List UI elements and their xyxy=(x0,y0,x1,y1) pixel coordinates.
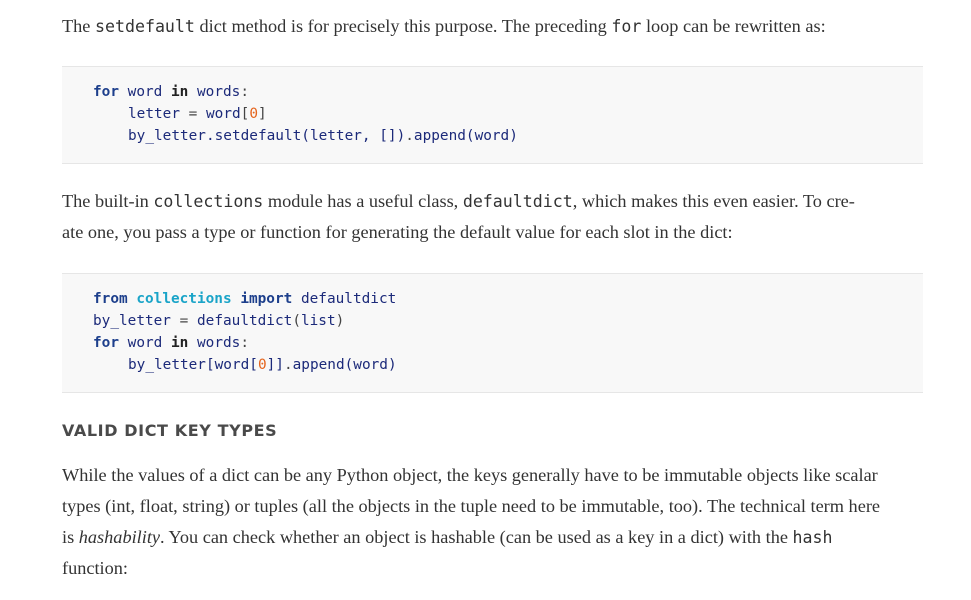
code-line: by_letter = defaultdict(list) xyxy=(93,310,923,332)
inline-code-for: for xyxy=(611,17,642,36)
number-literal: 0 xyxy=(249,106,258,122)
number-literal: 0 xyxy=(257,357,267,373)
emphasis-hashability: hashability xyxy=(78,527,161,547)
variable: word xyxy=(127,335,163,351)
variable: words xyxy=(197,335,241,351)
variable: words xyxy=(197,84,241,100)
code-line: from collections import defaultdict xyxy=(93,288,923,310)
paragraph-setdefault: The setdefault dict method is for precis… xyxy=(62,11,923,42)
text: ate one, you pass a type or function for… xyxy=(62,222,733,242)
code-expr: by_letter[word[ xyxy=(128,357,258,373)
punctuation: : xyxy=(240,335,249,351)
punctuation: . xyxy=(283,357,293,373)
variable: word xyxy=(127,84,163,100)
text: types (int, float, string) or tuples (al… xyxy=(62,496,881,516)
paragraph-hashability: While the values of a dict can be any Py… xyxy=(62,460,923,584)
inline-code-collections: collections xyxy=(153,192,264,211)
code-block-defaultdict: from collections import defaultdict by_le… xyxy=(62,273,923,393)
variable: by_letter xyxy=(93,313,171,329)
keyword-in: in xyxy=(171,335,189,351)
punctuation: ( xyxy=(292,313,301,329)
keyword-from: from xyxy=(93,291,128,307)
text: dict method is for precisely this purpos… xyxy=(194,16,612,36)
inline-code-defaultdict: defaultdict xyxy=(462,192,573,211)
text: The xyxy=(62,16,95,36)
module-name: collections xyxy=(136,291,232,307)
text: . You can check whether an object is has… xyxy=(160,527,793,547)
code-args: (word) xyxy=(465,128,518,144)
code-line: by_letter.setdefault(letter, []).append(… xyxy=(93,125,923,147)
section-heading: VALID DICT KEY TYPES xyxy=(62,421,278,440)
builtin-name: list xyxy=(300,313,336,329)
function-name: defaultdict xyxy=(197,313,293,329)
text: , which makes this even easier. To cre- xyxy=(572,191,855,211)
code-expr: ]] xyxy=(266,357,284,373)
punctuation: : xyxy=(240,84,249,100)
text: is xyxy=(62,527,79,547)
text: loop can be rewritten as: xyxy=(641,16,826,36)
code-line: for word in words: xyxy=(93,332,923,354)
code-block-setdefault: for word in words: letter = word[0] by_let… xyxy=(62,66,923,164)
method-name: append xyxy=(292,357,345,373)
code-line: by_letter[word[0]].append(word) xyxy=(93,354,923,376)
operator: = xyxy=(179,313,189,329)
code-args: (word) xyxy=(344,357,397,373)
text: function: xyxy=(62,558,129,578)
operator: = xyxy=(188,106,198,122)
method-name: append xyxy=(413,128,466,144)
keyword-import: import xyxy=(240,291,293,307)
inline-code-hash: hash xyxy=(792,528,833,547)
punctuation: . xyxy=(405,128,414,144)
code-line: for word in words: xyxy=(93,81,923,103)
code-line: letter = word[0] xyxy=(93,103,923,125)
punctuation: ) xyxy=(335,313,345,329)
keyword-for: for xyxy=(93,335,119,351)
inline-code-setdefault: setdefault xyxy=(95,17,195,36)
punctuation: ] xyxy=(258,106,267,122)
variable: defaultdict xyxy=(300,291,397,307)
code-call: by_letter.setdefault(letter, []) xyxy=(128,128,406,144)
text: While the values of a dict can be any Py… xyxy=(62,465,878,485)
text: The built-in xyxy=(62,191,154,211)
keyword-in: in xyxy=(171,84,189,100)
variable: word xyxy=(206,106,241,122)
keyword-for: for xyxy=(93,84,119,100)
variable: letter xyxy=(128,106,180,122)
paragraph-defaultdict: The built-in collections module has a us… xyxy=(62,186,923,248)
text: module has a useful class, xyxy=(263,191,463,211)
